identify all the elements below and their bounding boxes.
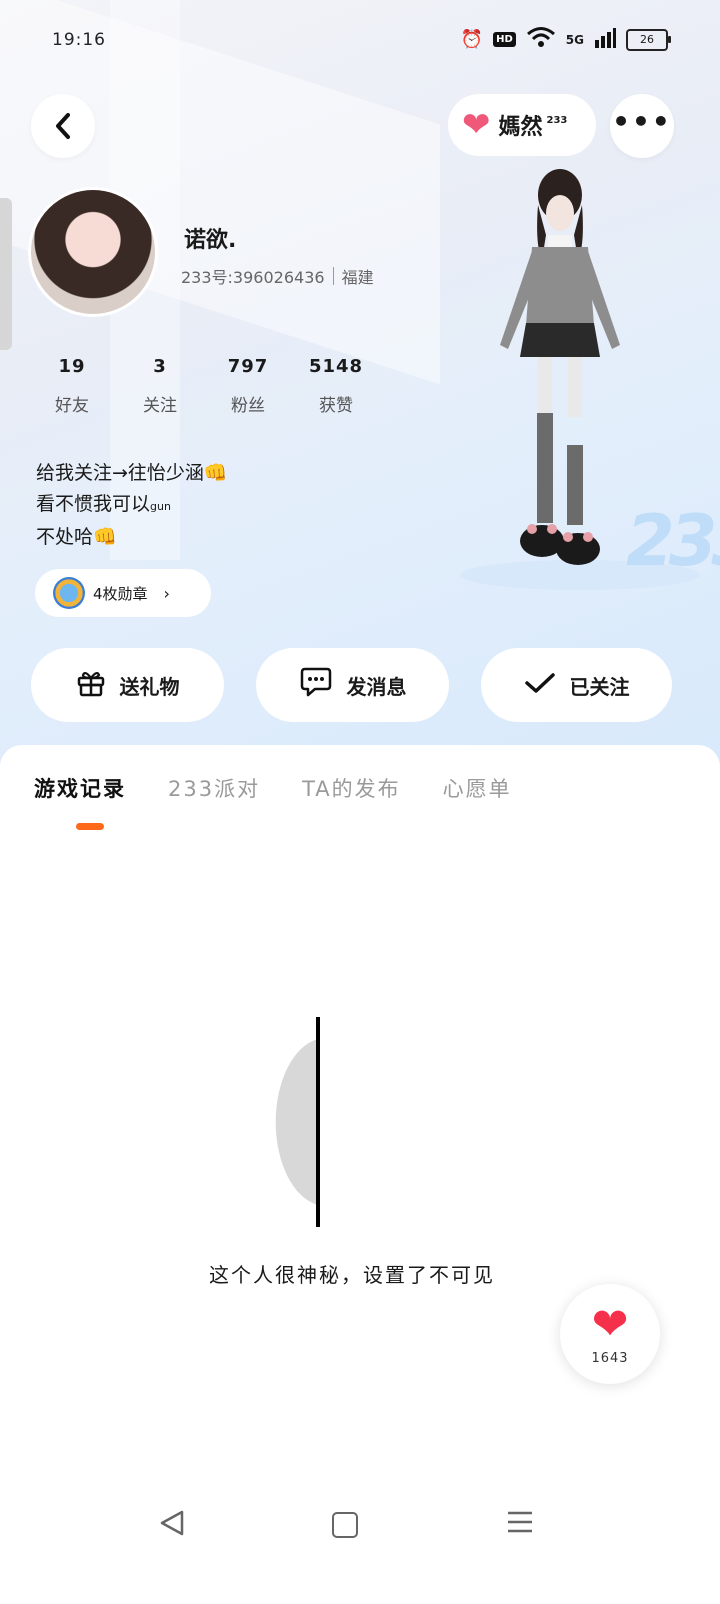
stat-likes[interactable]: 5148 获赞 xyxy=(292,356,380,416)
tab-233-party[interactable]: 233派对 xyxy=(168,773,260,803)
stat-friends[interactable]: 19 好友 xyxy=(28,356,116,416)
bio-line: 不处哈👊 xyxy=(36,526,117,548)
send-gift-button[interactable]: 送礼物 xyxy=(31,648,224,722)
stat-value: 3 xyxy=(153,356,167,377)
nav-menu-icon[interactable] xyxy=(506,1508,534,1543)
avatar[interactable] xyxy=(28,187,158,317)
status-bar: 19:16 ⏰ HD 5G 26 xyxy=(0,24,720,60)
status-icons: ⏰ HD 5G 26 xyxy=(460,26,671,53)
chevron-left-icon xyxy=(56,113,70,139)
chevron-right-icon: › xyxy=(163,583,170,603)
profile-id: 233号:396026436 xyxy=(181,268,325,287)
send-gift-label: 送礼物 xyxy=(119,674,180,699)
back-button[interactable] xyxy=(31,94,95,158)
empty-state-illustration xyxy=(275,1017,320,1227)
profile-id-line: 233号:396026436 福建 xyxy=(181,264,374,288)
bio-line: 给我关注→往怡少涵👊 xyxy=(36,462,228,484)
profile-location: 福建 xyxy=(341,268,374,287)
stat-value: 5148 xyxy=(308,356,364,377)
like-count: 1643 xyxy=(591,1350,629,1366)
wifi-icon xyxy=(526,26,556,53)
nav-back-icon[interactable] xyxy=(158,1508,186,1545)
content-panel: 游戏记录 233派对 TA的发布 心愿单 这个人很神秘，设置了不可见 xyxy=(0,745,720,1604)
empty-state-text: 这个人很神秘，设置了不可见 xyxy=(209,1263,495,1287)
stat-following[interactable]: 3 关注 xyxy=(116,356,204,416)
signal-bars-icon xyxy=(594,27,616,52)
tab-ta-posts[interactable]: TA的发布 xyxy=(302,773,401,803)
hd-icon: HD xyxy=(493,32,516,47)
stat-label: 关注 xyxy=(143,396,177,416)
profile-stats: 19 好友 3 关注 797 粉丝 5148 获赞 xyxy=(28,356,380,416)
profile-tabs: 游戏记录 233派对 TA的发布 心愿单 xyxy=(34,773,512,803)
medal-button[interactable]: 4枚勋章 › xyxy=(35,569,211,617)
tab-game-records[interactable]: 游戏记录 xyxy=(34,773,126,803)
chat-bubble-icon xyxy=(299,666,333,705)
floating-like-button[interactable]: ❤ 1643 xyxy=(560,1284,660,1384)
brand-233-logo: 233 xyxy=(626,500,720,582)
bio-line-small: gun xyxy=(150,500,171,513)
profile-name: 诺欲. xyxy=(184,228,237,253)
stat-label: 获赞 xyxy=(319,396,353,416)
medal-badge-icon xyxy=(53,577,85,609)
cp-like-pill[interactable]: ❤ 媽然 233 xyxy=(448,94,596,156)
heart-icon: ❤ xyxy=(591,1298,629,1350)
divider xyxy=(332,267,334,285)
battery-icon: 26 xyxy=(626,28,671,51)
following-label: 已关注 xyxy=(569,674,630,699)
signal-5g-icon: 5G xyxy=(565,32,584,47)
more-dots-icon: ••• xyxy=(612,104,672,138)
side-edge-handle[interactable] xyxy=(0,198,12,350)
stat-value: 19 xyxy=(58,356,86,377)
gift-icon xyxy=(76,667,106,704)
following-button[interactable]: 已关注 xyxy=(481,648,672,722)
status-time: 19:16 xyxy=(52,30,106,50)
stat-label: 粉丝 xyxy=(231,396,265,416)
tab-wishlist[interactable]: 心愿单 xyxy=(443,773,512,803)
heart-icon: ❤ xyxy=(462,105,491,145)
send-message-label: 发消息 xyxy=(346,674,407,699)
like-pill-label: 媽然 xyxy=(498,115,543,140)
profile-bio: 给我关注→往怡少涵👊 看不惯我可以gun 不处哈👊 xyxy=(36,458,228,553)
check-icon xyxy=(524,669,556,702)
3d-avatar-character[interactable] xyxy=(480,165,640,575)
medal-label: 4枚勋章 xyxy=(93,584,148,603)
alarm-icon: ⏰ xyxy=(460,29,484,50)
send-message-button[interactable]: 发消息 xyxy=(256,648,449,722)
stat-label: 好友 xyxy=(55,396,89,416)
bio-line: 看不惯我可以gun xyxy=(36,489,228,522)
battery-level: 26 xyxy=(640,33,654,46)
nav-home-icon[interactable] xyxy=(332,1512,358,1538)
more-options-button[interactable]: ••• xyxy=(610,94,674,158)
stat-value: 797 xyxy=(227,356,269,377)
stat-fans[interactable]: 797 粉丝 xyxy=(204,356,292,416)
system-navigation-bar xyxy=(0,1500,720,1550)
bio-line-text: 看不惯我可以 xyxy=(36,493,151,515)
active-tab-indicator xyxy=(76,823,104,830)
like-pill-sup: 233 xyxy=(546,114,568,126)
